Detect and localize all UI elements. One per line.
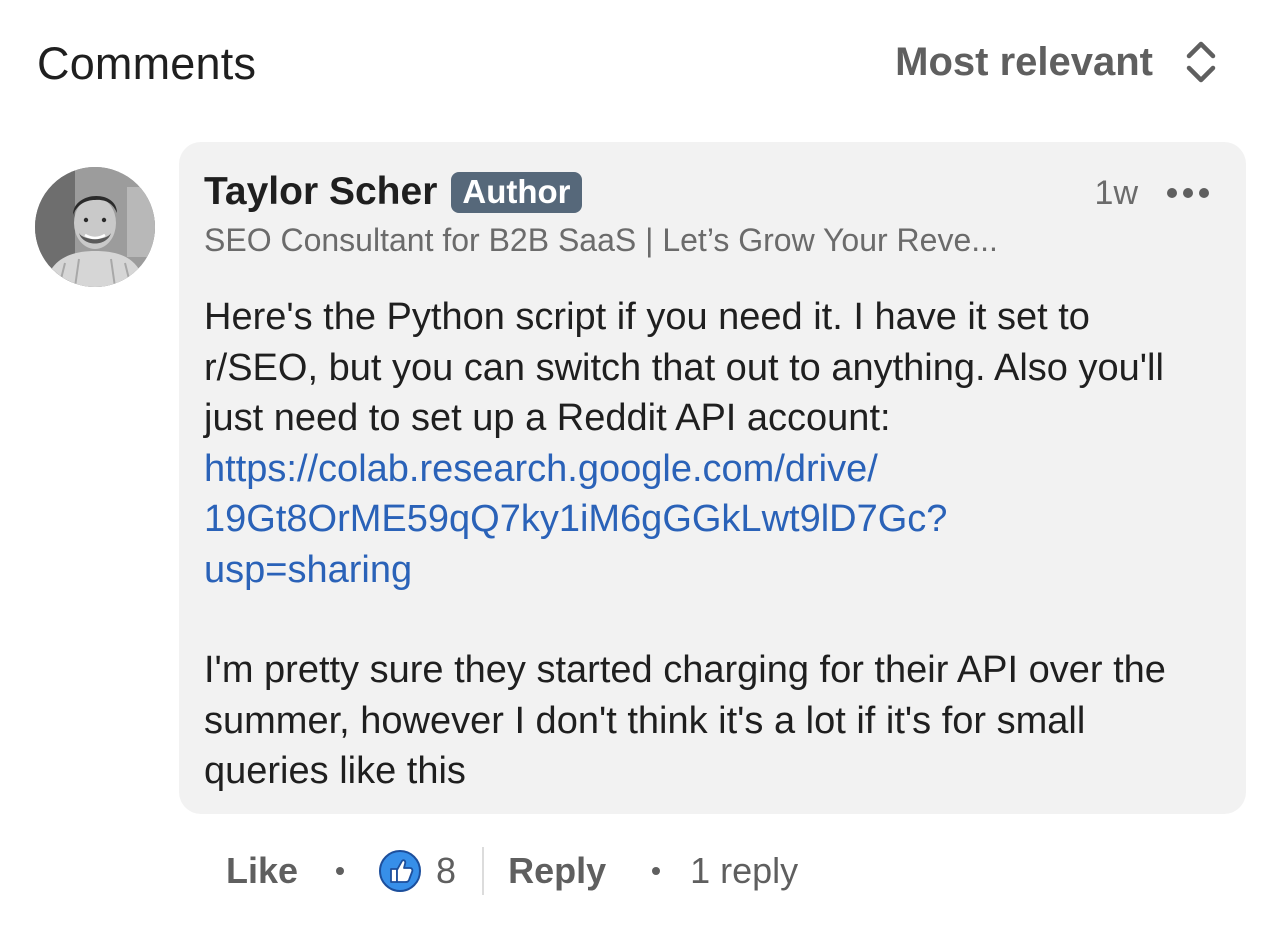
- author-headline: SEO Consultant for B2B SaaS | Let’s Grow…: [204, 222, 998, 258]
- comments-header: Comments Most relevant: [0, 0, 1283, 130]
- separator-dot: [336, 867, 345, 875]
- reaction-count[interactable]: 8: [436, 850, 456, 892]
- separator-dot: [652, 867, 661, 875]
- comment-link[interactable]: https://colab.research.google.com/drive/…: [204, 444, 1214, 596]
- sort-dropdown[interactable]: Most relevant: [895, 38, 1219, 86]
- author-badge: Author: [451, 171, 582, 213]
- replies-count-link[interactable]: 1 reply: [690, 850, 798, 892]
- avatar[interactable]: [35, 167, 155, 287]
- actions-divider: [482, 847, 485, 895]
- comment-bubble: Taylor Scher Author 1w SEO Consultant fo…: [179, 142, 1246, 814]
- link-line: https://colab.research.google.com/drive/: [204, 447, 878, 490]
- author-name[interactable]: Taylor Scher: [204, 170, 437, 214]
- link-line: 19Gt8OrME59qQ7ky1iM6gGGkLwt9lD7Gc?: [204, 498, 948, 540]
- reply-button[interactable]: Reply: [508, 850, 606, 892]
- avatar-photo: [35, 167, 155, 287]
- more-options-icon[interactable]: [1166, 186, 1210, 200]
- comment-timestamp: 1w: [1094, 174, 1138, 212]
- author-row: Taylor Scher Author: [204, 170, 582, 214]
- thumbs-up-icon[interactable]: [378, 849, 422, 893]
- comment-actions: Like 8 Reply 1 reply: [226, 846, 798, 896]
- comment-body: Here's the Python script if you need it.…: [204, 292, 1214, 797]
- sort-label: Most relevant: [895, 39, 1153, 84]
- comment-paragraph: Here's the Python script if you need it.…: [204, 296, 1164, 439]
- chevron-up-down-icon: [1186, 41, 1216, 83]
- comments-title: Comments: [37, 38, 257, 89]
- comment-paragraph: I'm pretty sure they started charging fo…: [204, 649, 1166, 792]
- like-button[interactable]: Like: [226, 850, 298, 892]
- link-line: usp=sharing: [204, 548, 413, 591]
